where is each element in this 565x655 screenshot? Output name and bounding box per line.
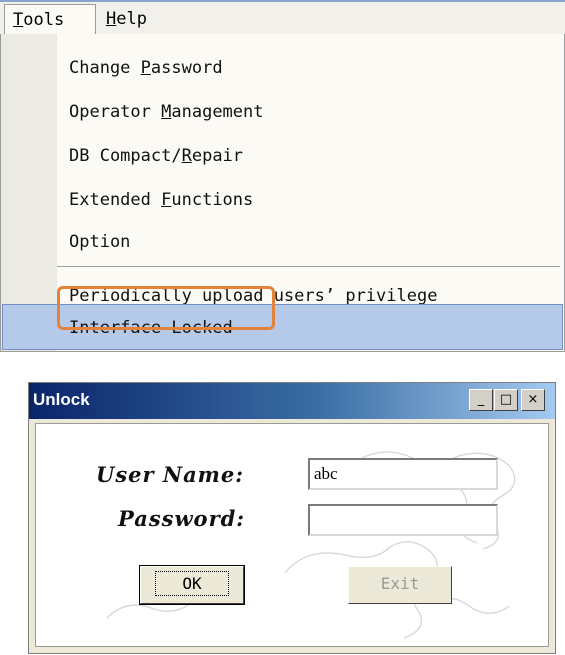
- user-name-input[interactable]: abc: [308, 458, 498, 490]
- unlock-dialog: Unlock _ □ × User Name: abc Password: OK…: [28, 382, 556, 654]
- menu-item-mnemonic: M: [161, 102, 172, 122]
- password-input[interactable]: [308, 504, 498, 536]
- menu-tools[interactable]: Tools: [4, 4, 96, 34]
- menu-tools-mnemonic: T: [13, 10, 24, 30]
- menu-item-text: Change: [69, 58, 141, 78]
- menu-item-extended-functions[interactable]: Extended Functions: [69, 180, 253, 220]
- menu-item-db-compact-repair[interactable]: DB Compact/Repair: [69, 136, 243, 176]
- menu-item-text: assword: [150, 58, 223, 78]
- menu-bar: Tools Help: [0, 0, 565, 35]
- close-icon[interactable]: ×: [521, 389, 545, 411]
- menu-help-mnemonic: H: [106, 9, 117, 29]
- menu-item-text: epair: [191, 146, 244, 166]
- menu-item-option[interactable]: Option: [69, 222, 130, 262]
- menu-help[interactable]: Help: [98, 4, 178, 34]
- minimize-icon[interactable]: _: [469, 389, 493, 411]
- menu-item-mnemonic: R: [181, 146, 192, 166]
- menu-help-label: elp: [116, 9, 147, 29]
- ok-button-label: OK: [155, 571, 229, 596]
- menu-item-text: Operator: [69, 102, 162, 122]
- user-name-label: User Name:: [96, 462, 245, 487]
- highlight-callout-box: [57, 286, 275, 330]
- menu-item-mnemonic: F: [161, 190, 172, 210]
- dialog-title-bar[interactable]: Unlock _ □ ×: [29, 383, 555, 419]
- maximize-icon[interactable]: □: [494, 389, 518, 411]
- menu-item-text: anagement: [171, 102, 264, 122]
- menu-item-mnemonic: P: [140, 58, 151, 78]
- menu-item-text: Option: [69, 232, 131, 252]
- ok-button[interactable]: OK: [139, 565, 245, 605]
- menu-item-operator-management[interactable]: Operator Management: [69, 92, 264, 132]
- menu-separator: [57, 266, 560, 267]
- menu-item-text: Extended: [69, 190, 162, 210]
- menu-item-text: DB Compact/: [69, 146, 182, 166]
- menu-tools-label: ools: [23, 10, 65, 30]
- exit-button[interactable]: Exit: [348, 566, 452, 604]
- menu-item-change-password[interactable]: Change Password: [69, 48, 223, 88]
- password-label: Password:: [118, 506, 246, 531]
- menu-item-text: unctions: [171, 190, 254, 210]
- dialog-client-area: User Name: abc Password: OK Exit: [35, 423, 549, 647]
- dialog-title: Unlock: [33, 390, 90, 409]
